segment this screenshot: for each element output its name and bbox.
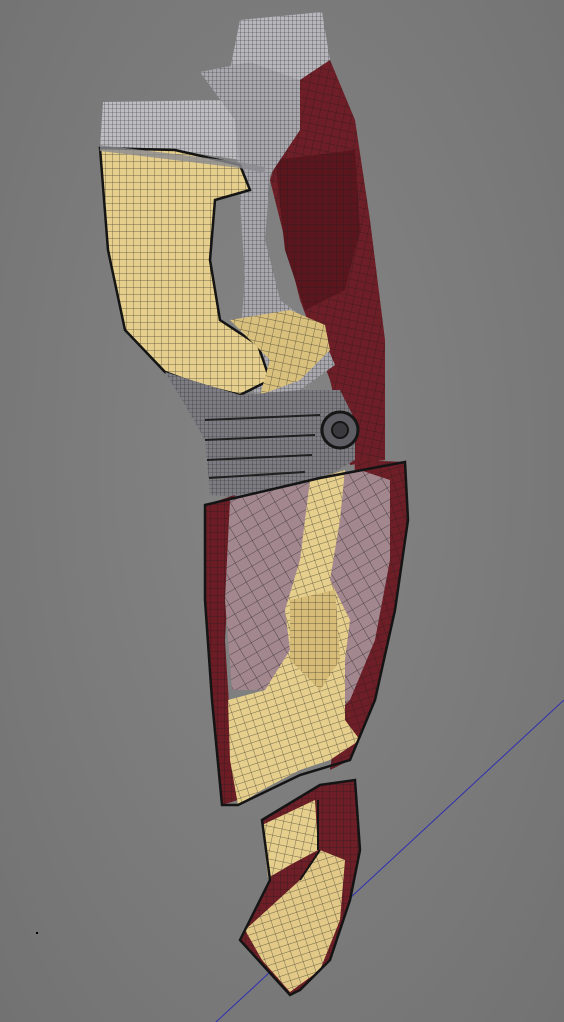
3d-viewport[interactable]	[0, 0, 564, 1022]
leg-armor-render	[36, 12, 564, 1022]
foot-armor	[238, 778, 362, 997]
marker-dot	[36, 932, 38, 934]
